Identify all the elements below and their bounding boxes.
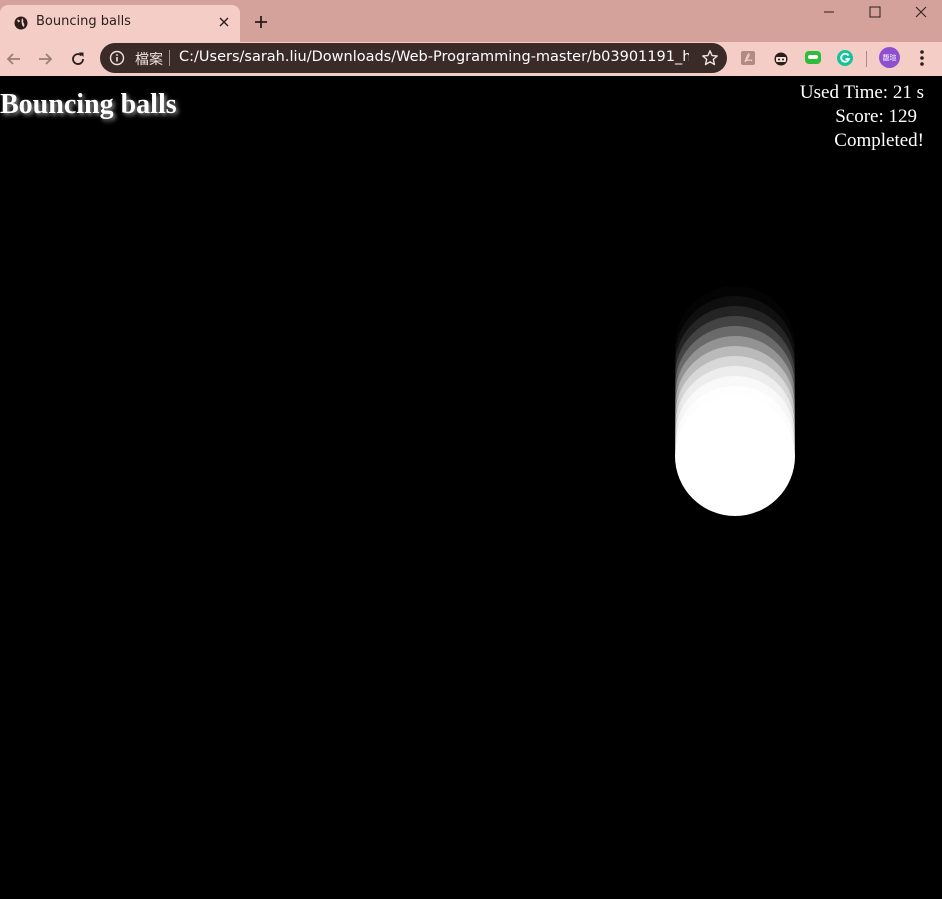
close-tab-icon[interactable] — [216, 14, 232, 30]
used-time-label: Used Time: — [799, 82, 889, 103]
avatar-extension-icon[interactable] — [770, 47, 792, 69]
pdf-extension-icon[interactable] — [737, 47, 759, 69]
browser-tab[interactable]: Bouncing balls — [0, 5, 240, 42]
used-time-line: Used Time: 21 s — [800, 81, 924, 105]
toolbar-divider — [866, 51, 867, 67]
used-time-unit: s — [916, 82, 924, 103]
site-info-label[interactable]: 檔案 — [135, 49, 163, 69]
bouncing-ball[interactable] — [675, 396, 795, 516]
menu-kebab-icon[interactable] — [911, 47, 933, 69]
score-value: 129 — [888, 106, 918, 127]
info-icon[interactable] — [109, 50, 125, 66]
page-title: Bouncing balls — [0, 89, 177, 120]
url-text[interactable]: C:/Users/sarah.liu/Downloads/Web-Program… — [179, 49, 689, 65]
grammarly-icon[interactable] — [834, 47, 856, 69]
maximize-button[interactable] — [852, 0, 898, 24]
bookmark-star-icon[interactable] — [701, 49, 719, 67]
reload-button[interactable] — [66, 47, 90, 71]
close-window-button[interactable] — [898, 0, 942, 24]
tab-strip: Bouncing balls — [0, 0, 942, 42]
forward-button[interactable] — [33, 47, 57, 71]
back-button[interactable] — [2, 47, 26, 71]
score-line: Score: 129 — [800, 105, 917, 129]
new-tab-button[interactable] — [251, 12, 271, 32]
profile-avatar[interactable]: 馥瑄 — [879, 47, 900, 68]
address-bar[interactable]: 檔案 C:/Users/sarah.liu/Downloads/Web-Prog… — [100, 43, 727, 73]
page-viewport: Bouncing balls Used Time: 21 s Score: 12… — [0, 76, 942, 899]
line-extension-icon[interactable] — [802, 47, 824, 69]
browser-toolbar: 檔案 C:/Users/sarah.liu/Downloads/Web-Prog… — [0, 42, 942, 113]
tab-title: Bouncing balls — [36, 14, 131, 29]
score-label: Score: — [835, 106, 884, 127]
omnibox-divider — [169, 50, 170, 66]
used-time-value: 21 — [892, 82, 912, 103]
game-canvas[interactable] — [0, 76, 942, 899]
completion-status: Completed! — [834, 130, 924, 151]
globe-icon — [13, 15, 29, 31]
minimize-button[interactable] — [806, 0, 852, 24]
game-stats: Used Time: 21 s Score: 129 Completed! — [800, 81, 924, 153]
